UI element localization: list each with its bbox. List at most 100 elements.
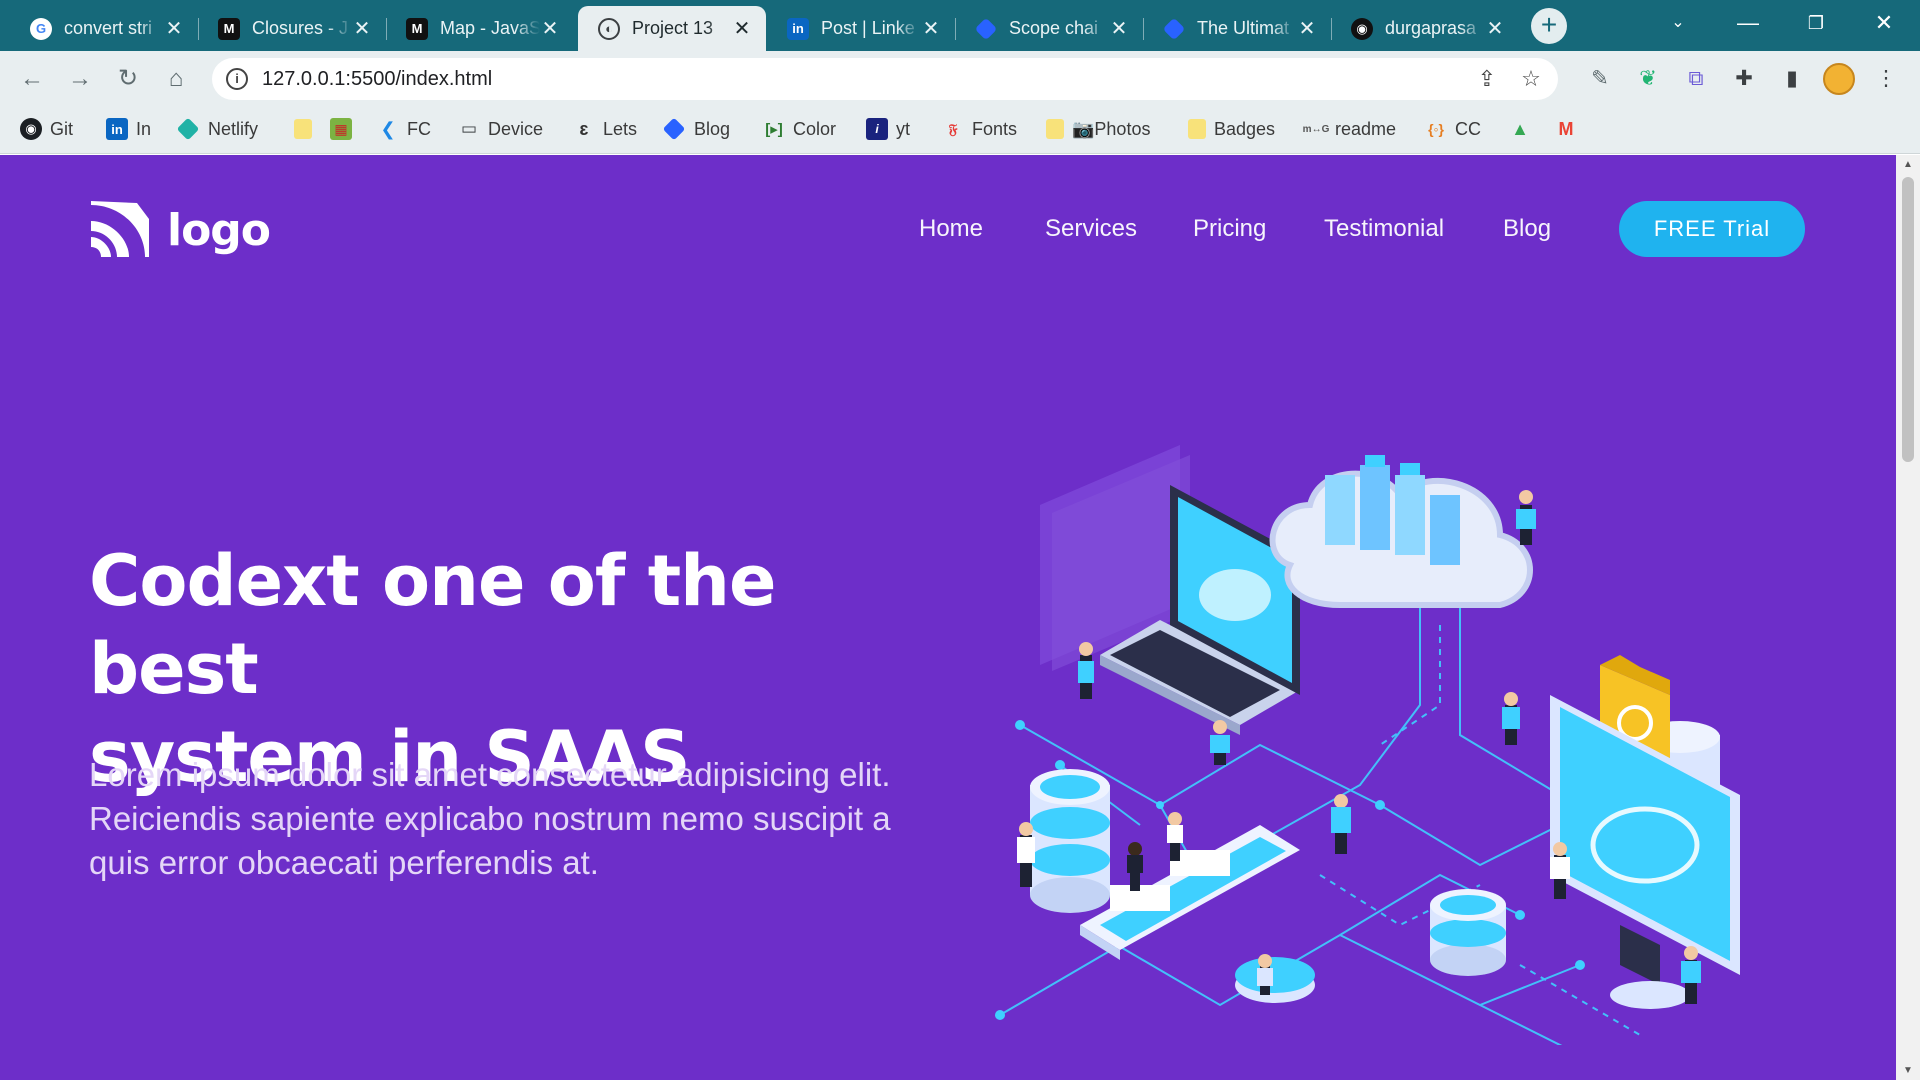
bookmark-star-icon[interactable]: ☆ bbox=[1518, 66, 1544, 92]
site-logo[interactable]: logo bbox=[89, 199, 271, 261]
linkedin-icon: in bbox=[787, 17, 809, 40]
bookmark-badges[interactable]: Badges bbox=[1188, 116, 1275, 142]
bookmark-lets[interactable]: ɛ Lets bbox=[573, 116, 638, 142]
tab-google[interactable]: G convert stri ✕ bbox=[10, 6, 199, 51]
bookmark-app[interactable]: ▦ bbox=[330, 116, 360, 142]
extensions-puzzle-icon[interactable]: ✚ bbox=[1730, 65, 1758, 93]
close-icon[interactable]: ✕ bbox=[1297, 16, 1317, 41]
close-icon[interactable]: ✕ bbox=[732, 16, 752, 41]
bookmark-color[interactable]: [▸] Color bbox=[763, 116, 836, 142]
hero-description: Lorem ipsum dolor sit amet consectetur a… bbox=[89, 753, 969, 885]
forward-icon[interactable]: → bbox=[64, 63, 96, 95]
folder-icon bbox=[1046, 119, 1064, 139]
menu-kebab-icon[interactable]: ⋮ bbox=[1872, 65, 1900, 93]
bookmark-photos[interactable]: 📷Photos bbox=[1046, 116, 1150, 142]
round-platform bbox=[1235, 957, 1315, 1003]
tab-scope-chain[interactable]: Scope chai ✕ bbox=[955, 6, 1144, 51]
device-icon: ▭ bbox=[460, 119, 478, 138]
bookmark-drive[interactable]: ▲ bbox=[1509, 116, 1539, 142]
netlify-icon bbox=[176, 117, 200, 141]
new-tab-button[interactable]: + bbox=[1531, 8, 1567, 44]
close-icon[interactable]: ✕ bbox=[540, 16, 560, 41]
bookmark-gmail[interactable]: M bbox=[1555, 116, 1585, 142]
reload-icon[interactable]: ↻ bbox=[112, 63, 144, 95]
restore-icon[interactable]: ❐ bbox=[1788, 8, 1844, 38]
bookmark-fonts[interactable]: 𝔉 Fonts bbox=[942, 116, 1017, 142]
folder-icon bbox=[294, 119, 312, 139]
bookmark-label: readme bbox=[1335, 118, 1397, 139]
scroll-down-arrow-icon[interactable]: ▼ bbox=[1902, 1065, 1914, 1076]
url-text[interactable]: 127.0.0.1:5500/index.html bbox=[262, 68, 492, 91]
tab-github[interactable]: ◉ durgaprasa ✕ bbox=[1331, 6, 1519, 51]
phone-workspace bbox=[1080, 825, 1300, 960]
cc-icon: {◦} bbox=[1428, 121, 1444, 137]
tab-map[interactable]: M Map - JavaS ✕ bbox=[386, 6, 574, 51]
side-panel-icon[interactable]: ▮ bbox=[1778, 65, 1806, 93]
tab-linkedin[interactable]: in Post | Linke ✕ bbox=[767, 6, 956, 51]
back-icon[interactable]: ← bbox=[16, 63, 48, 95]
home-icon[interactable]: ⌂ bbox=[160, 63, 192, 95]
color-icon: [▸] bbox=[765, 121, 783, 138]
tab-title: durgaprasa bbox=[1385, 18, 1477, 38]
bookmark-cc[interactable]: {◦} CC bbox=[1425, 116, 1481, 142]
bookmark-readme[interactable]: m↔G readme bbox=[1302, 116, 1397, 142]
bookmark-folder[interactable] bbox=[294, 116, 320, 142]
folder-icon bbox=[1188, 119, 1206, 139]
fonts-icon: 𝔉 bbox=[948, 120, 958, 137]
close-icon[interactable]: ✕ bbox=[352, 16, 372, 41]
tab-ultimate[interactable]: The Ultimat ✕ bbox=[1143, 6, 1332, 51]
close-icon[interactable]: ✕ bbox=[1109, 16, 1129, 41]
nav-home[interactable]: Home bbox=[919, 215, 983, 243]
close-icon[interactable]: ✕ bbox=[1485, 16, 1505, 41]
scroll-up-arrow-icon[interactable]: ▲ bbox=[1902, 159, 1914, 170]
close-icon[interactable]: ✕ bbox=[164, 16, 184, 41]
eyedropper-extension-icon[interactable]: ✎ bbox=[1586, 65, 1614, 93]
page-scrollbar[interactable]: ▲ ▼ bbox=[1896, 155, 1920, 1080]
tab-title: The Ultimat bbox=[1197, 18, 1290, 38]
bookmark-git[interactable]: ◉ Git bbox=[20, 116, 73, 142]
bookmark-device[interactable]: ▭ Device bbox=[458, 116, 543, 142]
flutter-icon: ❮ bbox=[380, 118, 396, 139]
bookmark-label: 📷Photos bbox=[1072, 118, 1151, 139]
address-bar[interactable]: i 127.0.0.1:5500/index.html ⇪ ☆ bbox=[212, 58, 1558, 100]
tab-project-13[interactable]: ◐ Project 13 ✕ bbox=[578, 6, 766, 51]
bookmark-label: Git bbox=[50, 118, 74, 139]
tab-title: Post | Linke bbox=[821, 18, 915, 38]
bookmark-netlify[interactable]: Netlify bbox=[176, 116, 258, 142]
bookmark-label: In bbox=[136, 118, 152, 139]
nav-testimonial[interactable]: Testimonial bbox=[1324, 215, 1444, 243]
profile-avatar[interactable] bbox=[1823, 63, 1855, 95]
tab-closures[interactable]: M Closures - J ✕ bbox=[198, 6, 387, 51]
blog-icon bbox=[974, 17, 998, 40]
nav-pricing[interactable]: Pricing bbox=[1193, 215, 1266, 243]
readme-icon: m↔G bbox=[1302, 123, 1330, 135]
site-info-icon[interactable]: i bbox=[226, 68, 248, 90]
bookmark-in[interactable]: in In bbox=[106, 116, 151, 142]
bookmark-label: Lets bbox=[603, 118, 638, 139]
minimize-icon[interactable]: — bbox=[1720, 8, 1776, 38]
bookmarks-bar: ◉ Git in In Netlify ▦ ❮ FC ▭ Device ɛ Le… bbox=[0, 106, 1920, 154]
feather-extension-icon[interactable]: ❦ bbox=[1634, 65, 1662, 93]
gmail-icon: M bbox=[1558, 118, 1574, 139]
yt-icon: i bbox=[866, 118, 888, 140]
window-close-icon[interactable]: ✕ bbox=[1856, 8, 1912, 38]
tab-strip: G convert stri ✕ M Closures - J ✕ M Map … bbox=[0, 0, 1920, 51]
tab-title: convert stri bbox=[64, 18, 153, 38]
free-trial-button[interactable]: FREE Trial bbox=[1619, 201, 1805, 257]
close-icon[interactable]: ✕ bbox=[921, 16, 941, 41]
github-icon: ◉ bbox=[20, 118, 42, 140]
clipboard-extension-icon[interactable]: ⧉ bbox=[1682, 65, 1710, 93]
scrollbar-thumb[interactable] bbox=[1902, 177, 1914, 462]
bookmark-label: Device bbox=[488, 118, 544, 139]
bookmark-fc[interactable]: ❮ FC bbox=[377, 116, 431, 142]
logo-text: logo bbox=[167, 204, 271, 256]
database-middle bbox=[1430, 889, 1506, 976]
nav-services[interactable]: Services bbox=[1045, 215, 1137, 243]
bookmark-label: Blog bbox=[694, 118, 731, 139]
bookmark-yt[interactable]: i yt bbox=[866, 116, 910, 142]
tab-search-icon[interactable]: ⌄ bbox=[1650, 8, 1706, 38]
share-icon[interactable]: ⇪ bbox=[1474, 66, 1500, 92]
bookmark-blog[interactable]: Blog bbox=[662, 116, 731, 142]
nav-blog[interactable]: Blog bbox=[1503, 215, 1551, 243]
cloud-server bbox=[1269, 455, 1533, 608]
